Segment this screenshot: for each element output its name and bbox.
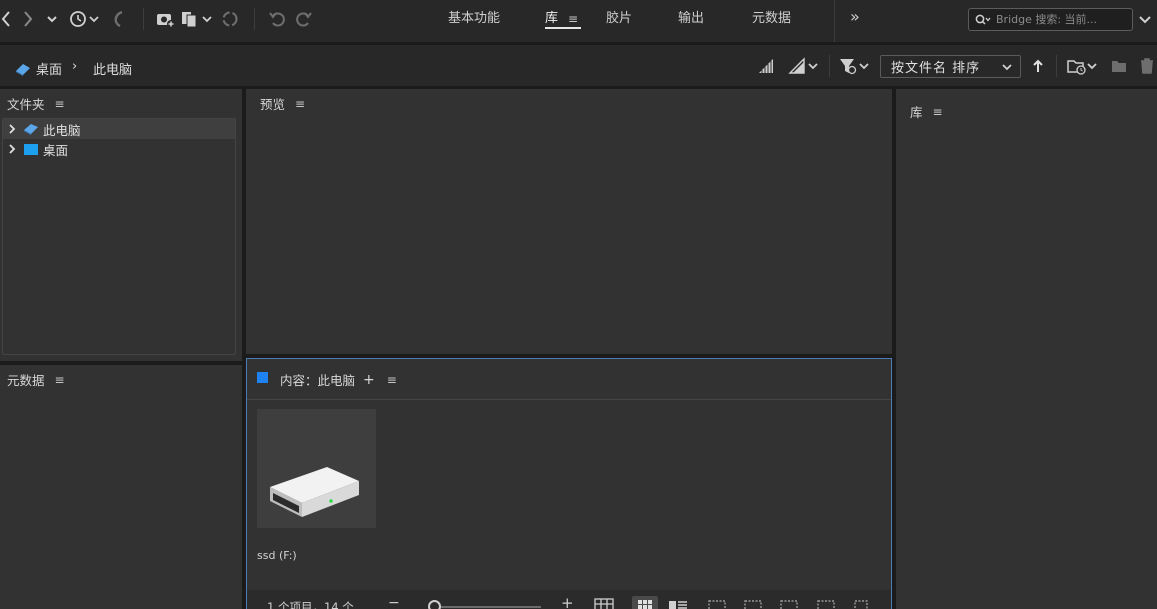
hamburger-icon[interactable]: ≡ xyxy=(933,105,943,119)
open-recent-folder-icon[interactable] xyxy=(1066,56,1100,76)
toolbar-separator xyxy=(1056,55,1057,77)
rotate-left-icon[interactable] xyxy=(268,9,288,29)
content-panel-header: 内容：此电脑 + ≡ xyxy=(280,370,397,389)
hamburger-icon[interactable]: ≡ xyxy=(55,97,65,111)
toolbar-separator xyxy=(254,8,255,30)
forward-arrow-icon[interactable] xyxy=(22,9,34,29)
preview-panel-header: 预览 ≡ xyxy=(260,94,305,113)
toolbar-separator xyxy=(834,0,835,42)
tab-library[interactable]: 库 ≡ xyxy=(545,9,581,29)
boomerang-icon[interactable] xyxy=(108,9,128,29)
copy-pages-icon[interactable] xyxy=(181,9,215,29)
recent-dropdown-icon[interactable] xyxy=(46,9,58,29)
panel-title: 文件夹 xyxy=(7,97,45,112)
preview-panel xyxy=(246,89,892,354)
breadcrumb-label: 桌面 xyxy=(36,63,63,78)
zoom-out-button[interactable]: − xyxy=(388,595,400,609)
hamburger-icon[interactable]: ≡ xyxy=(295,97,305,111)
content-color-label xyxy=(257,372,268,383)
folders-panel-header: 文件夹 ≡ xyxy=(7,94,65,113)
tree-item-this-pc[interactable]: 此电脑 xyxy=(3,119,235,139)
panel-title: 预览 xyxy=(260,97,286,112)
chevron-down-icon xyxy=(1002,63,1012,70)
metadata-panel xyxy=(0,365,242,609)
breadcrumb-separator: › xyxy=(72,59,78,74)
search-dropdown-icon[interactable] xyxy=(1138,9,1152,29)
folder-icon xyxy=(21,143,41,156)
zoom-slider[interactable] xyxy=(435,606,541,608)
view-thumbnails-button[interactable] xyxy=(632,596,658,609)
zoom-slider-handle[interactable] xyxy=(428,600,441,609)
sort-label: 按文件名 排序 xyxy=(891,61,981,76)
sync-refresh-icon[interactable] xyxy=(220,9,240,29)
chevron-right-icon[interactable] xyxy=(3,123,21,135)
toolbar-separator xyxy=(829,55,830,77)
quality-low-icon[interactable] xyxy=(757,56,775,76)
more-workspaces-button[interactable]: » xyxy=(850,7,860,27)
view-details-icon[interactable] xyxy=(668,600,688,609)
history-clock-icon[interactable] xyxy=(68,9,100,29)
toolbar-separator xyxy=(143,8,144,30)
workflow-icon[interactable] xyxy=(708,600,868,609)
metadata-panel-header: 元数据 ≡ xyxy=(7,370,65,389)
breadcrumb-this-pc[interactable]: 此电脑 xyxy=(93,59,132,78)
item-count-status: 1 个项目，14 个 xyxy=(267,600,354,609)
tab-filmstrip[interactable]: 胶片 xyxy=(606,9,632,29)
tab-metadata[interactable]: 元数据 xyxy=(752,9,791,29)
tab-library-label: 库 xyxy=(545,11,559,26)
drive-icon xyxy=(270,467,359,517)
panel-title: 元数据 xyxy=(7,373,45,388)
library-panel-header: 库 ≡ xyxy=(910,102,943,121)
thumbnail-item[interactable] xyxy=(257,409,376,528)
tree-item-label: 此电脑 xyxy=(43,122,81,138)
sort-ascending-icon[interactable] xyxy=(1031,56,1045,76)
hamburger-icon[interactable]: ≡ xyxy=(568,9,578,27)
new-folder-icon[interactable] xyxy=(1110,56,1128,76)
library-panel xyxy=(896,89,1157,609)
search-box[interactable] xyxy=(968,8,1133,31)
quality-high-icon[interactable] xyxy=(788,56,820,76)
chevron-right-icon[interactable] xyxy=(3,143,21,155)
content-header-divider xyxy=(247,399,891,400)
hamburger-icon[interactable]: ≡ xyxy=(55,373,65,387)
hamburger-icon[interactable]: ≡ xyxy=(387,373,397,387)
filter-icon[interactable] xyxy=(839,56,871,76)
panel-title: 内容：此电脑 xyxy=(280,373,356,388)
panel-title: 库 xyxy=(910,105,923,120)
computer-icon xyxy=(21,121,41,137)
tab-essentials[interactable]: 基本功能 xyxy=(448,9,500,29)
thumbnail-label: ssd (F:) xyxy=(257,549,297,562)
delete-trash-icon[interactable] xyxy=(1139,56,1155,76)
tree-item-label: 桌面 xyxy=(43,142,69,158)
zoom-in-button[interactable]: + xyxy=(561,594,574,609)
tab-output[interactable]: 输出 xyxy=(678,9,704,29)
back-arrow-icon[interactable] xyxy=(0,9,12,29)
add-tab-button[interactable]: + xyxy=(363,372,375,388)
tree-item-desktop[interactable]: 桌面 xyxy=(3,139,235,159)
breadcrumb-desktop[interactable]: 桌面 xyxy=(14,59,62,78)
rotate-right-icon[interactable] xyxy=(293,9,313,29)
camera-import-icon[interactable] xyxy=(156,9,176,29)
search-icon xyxy=(975,14,991,25)
lock-grid-icon[interactable] xyxy=(594,598,614,609)
search-input[interactable] xyxy=(996,13,1126,26)
desktop-computer-icon xyxy=(16,63,30,76)
sort-dropdown[interactable]: 按文件名 排序 xyxy=(880,55,1021,78)
